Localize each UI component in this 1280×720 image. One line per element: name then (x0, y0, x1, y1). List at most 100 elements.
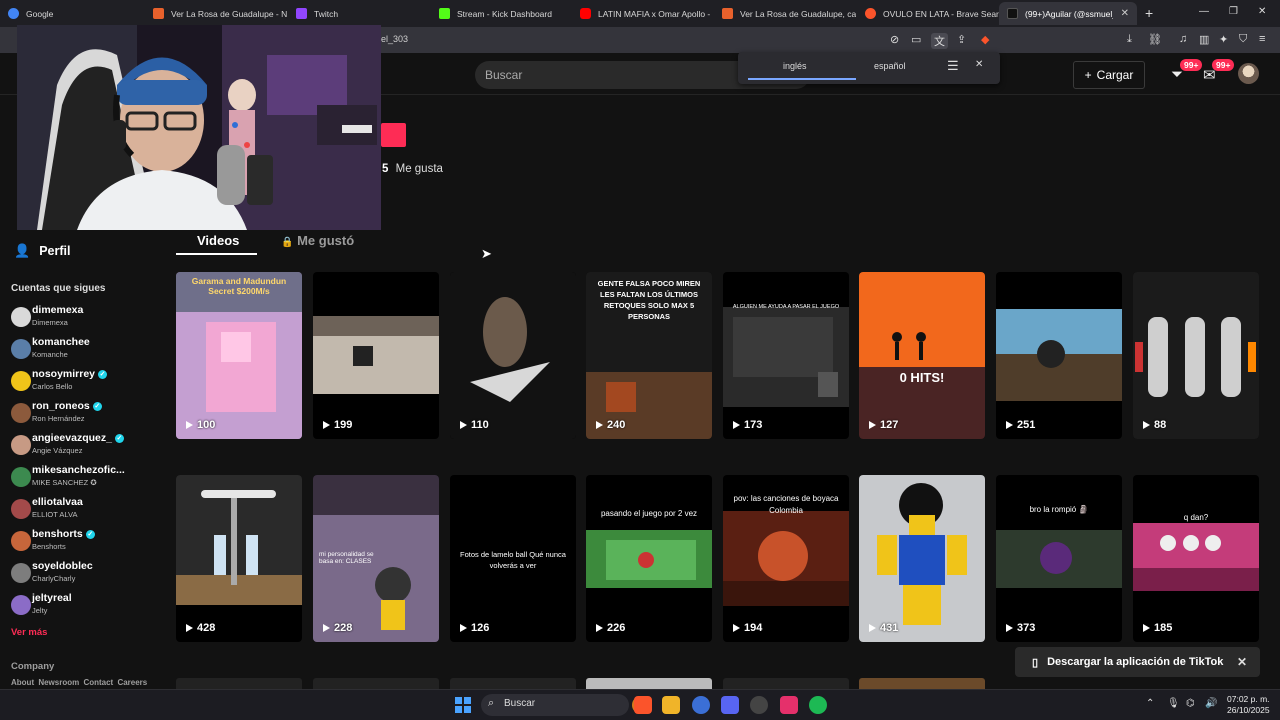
video-caption: pasando el juego por 2 vez (600, 509, 698, 518)
person-icon: 👤 (14, 243, 31, 258)
spotify-icon[interactable] (809, 696, 827, 714)
close-window-icon[interactable]: ✕ (1258, 6, 1266, 17)
follow-button[interactable] (381, 123, 406, 147)
close-tab-icon[interactable]: ✕ (1113, 8, 1137, 19)
tab-liked[interactable]: 🔒 Me gustó (281, 233, 354, 248)
link-icon[interactable]: ⛓ (1148, 33, 1162, 46)
video-thumbnail[interactable]: 251 (996, 272, 1122, 439)
webcam-overlay (17, 25, 381, 230)
chevron-up-icon[interactable]: ⌃ (1146, 698, 1154, 709)
following-account[interactable]: jeltyreal Jelty (11, 591, 161, 619)
music-icon[interactable]: ♫ (1179, 33, 1187, 45)
video-thumbnail[interactable]: Fotos de lamelo ball Qué nunca volverás … (450, 475, 576, 642)
video-thumbnail[interactable]: q dan? 185 (1133, 475, 1259, 642)
account-display-name: CharlyCharly (32, 574, 76, 583)
browser-tab-active[interactable]: (99+)Aguilar (@ssmuel_30 ✕ (999, 2, 1137, 25)
url-text[interactable]: el_303 (381, 34, 408, 44)
account-name: angieevazquez_ ✓ (32, 432, 124, 444)
clock[interactable]: 07:02 p. m. 26/10/2025 (1227, 694, 1270, 716)
microphone-icon[interactable]: 🎙 (1167, 698, 1180, 709)
menu-icon[interactable]: ≡ (1259, 33, 1265, 45)
browser-tab[interactable]: LATIN MAFIA x Omar Apollo - (572, 2, 714, 25)
company-heading[interactable]: Company (11, 661, 54, 672)
tiktok-live-icon[interactable] (780, 696, 798, 714)
video-thumbnail[interactable]: pasando el juego por 2 vez 226 (586, 475, 712, 642)
vpn-icon[interactable]: ⛉ (1239, 33, 1247, 46)
download-app-banner[interactable]: ▯ Descargar la aplicación de TikTok ✕ (1015, 647, 1260, 677)
windows-start-icon[interactable] (455, 697, 471, 713)
video-thumbnail[interactable]: Garama and Madundun Secret $200M/s 100 (176, 272, 302, 439)
obs-icon[interactable] (750, 696, 768, 714)
sidebar-item-profile[interactable]: 👤 Perfil (14, 243, 70, 259)
cast-icon[interactable]: ▭ (911, 33, 921, 46)
active-tab-underline (176, 253, 257, 255)
video-thumbnail[interactable]: bro la rompió 🗿 373 (996, 475, 1122, 642)
browser-tab[interactable]: Google (0, 2, 148, 25)
ai-icon[interactable]: ✦ (1219, 33, 1228, 46)
following-account[interactable]: ron_roneos ✓ Ron Hernández (11, 399, 161, 427)
volume-icon[interactable]: 🔊 (1205, 698, 1217, 709)
browser-tab[interactable]: Stream - Kick Dashboard (431, 2, 573, 25)
browser-tab[interactable]: Ver La Rosa de Guadalupe, cap (714, 2, 856, 25)
close-icon[interactable]: ✕ (975, 59, 983, 70)
following-account[interactable]: soyeldoblec CharlyCharly (11, 559, 161, 587)
share-icon[interactable]: ⇪ (957, 33, 966, 46)
footer-links[interactable]: About Newsroom Contact Careers (11, 678, 147, 687)
download-icon[interactable]: ⤓ (1127, 33, 1132, 46)
video-thumbnail[interactable]: mi personalidad se basa en: CLASES 228 (313, 475, 439, 642)
account-display-name: Komanche (32, 350, 68, 359)
following-account[interactable]: dimemexa Dimemexa (11, 303, 161, 331)
streamer-webcam-image (17, 25, 381, 230)
video-thumbnail[interactable]: 0 HITS! 127 (859, 272, 985, 439)
video-caption: Garama and Madundun Secret $200M/s (191, 276, 287, 296)
taskbar-search[interactable]: ⌕ Buscar (481, 694, 629, 716)
site-icon (722, 8, 733, 19)
browser-tab[interactable]: OVULO EN LATA - Brave Search (857, 2, 999, 25)
following-account[interactable]: elliotalvaa ELLIOT ALVA (11, 495, 161, 523)
view-count: 126 (460, 622, 489, 634)
following-account[interactable]: angieevazquez_ ✓ Angie Vázquez (11, 431, 161, 459)
new-tab-icon[interactable]: + (1145, 5, 1153, 21)
tab-videos[interactable]: Videos (197, 233, 239, 248)
discord-icon[interactable] (721, 696, 739, 714)
options-icon[interactable]: ☰ (947, 58, 959, 74)
target-language-tab[interactable]: español (874, 61, 906, 71)
sidebar-icon[interactable]: ▥ (1199, 33, 1209, 46)
restore-icon[interactable]: ❐ (1229, 6, 1238, 17)
view-count: 251 (1006, 419, 1035, 431)
browser-tab[interactable]: Twitch (288, 2, 433, 25)
minimize-icon[interactable]: — (1199, 6, 1209, 17)
following-account[interactable]: benshorts ✓ Benshorts (11, 527, 161, 555)
video-thumbnail[interactable]: 88 (1133, 272, 1259, 439)
video-thumbnail[interactable]: pov: las canciones de boyaca Colombia 19… (723, 475, 849, 642)
following-account[interactable]: mikesanchezofic... MIKE SANCHEZ ✪ (11, 463, 161, 491)
following-heading: Cuentas que sigues (11, 283, 106, 294)
video-thumbnail[interactable]: GENTE FALSA POCO MIREN LES FALTAN LOS ÚL… (586, 272, 712, 439)
following-account[interactable]: nosoymirrey ✓ Carlos Bello (11, 367, 161, 395)
video-thumbnail[interactable]: 431 (859, 475, 985, 642)
user-avatar[interactable] (1238, 63, 1259, 84)
brave-shield-icon[interactable]: ◆ (981, 33, 989, 46)
close-icon[interactable]: ✕ (1237, 655, 1247, 669)
account-name: elliotalvaa (32, 496, 83, 508)
twitch-icon (296, 8, 307, 19)
no-video-icon[interactable]: ⊘ (890, 33, 899, 46)
translate-icon[interactable]: 文 (931, 33, 948, 49)
file-explorer-icon[interactable] (662, 696, 680, 714)
video-thumbnail[interactable]: 428 (176, 475, 302, 642)
view-count: 194 (733, 622, 762, 634)
upload-button[interactable]: + Cargar (1073, 61, 1145, 89)
video-thumbnail[interactable]: ALGUIEN ME AYUDA A PASAR EL JUEGO 173 (723, 272, 849, 439)
video-thumbnail[interactable]: 110 (450, 272, 576, 439)
browser-tab[interactable]: Ver La Rosa de Guadalupe - Nu (145, 2, 287, 25)
translate-popup: inglés español ☰ ✕ (738, 52, 1000, 84)
video-caption: mi personalidad se basa en: CLASES (319, 551, 374, 565)
source-language-tab[interactable]: inglés (783, 61, 807, 71)
network-icon[interactable]: ⌬ (1186, 698, 1195, 709)
video-thumbnail[interactable]: 199 (313, 272, 439, 439)
see-more-link[interactable]: Ver más (11, 627, 47, 638)
brave-icon[interactable] (634, 696, 652, 714)
following-account[interactable]: komanchee Komanche (11, 335, 161, 363)
taskbar-app-icon[interactable] (692, 696, 710, 714)
account-display-name: Jelty (32, 606, 48, 615)
